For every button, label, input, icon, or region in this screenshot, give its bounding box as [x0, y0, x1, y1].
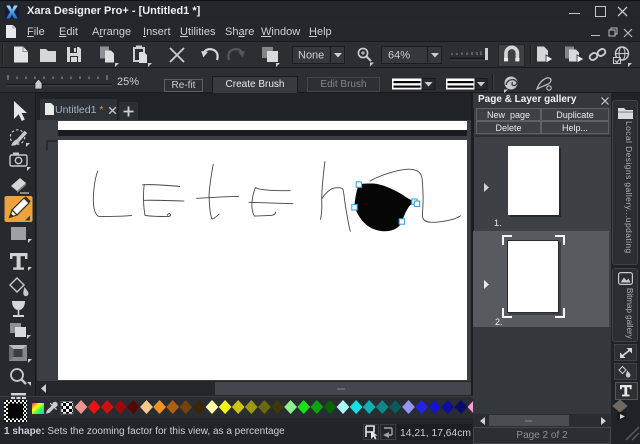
- svg-text:None: None: [298, 50, 324, 62]
- svg-text:64%: 64%: [388, 50, 410, 62]
- svg-text:25%: 25%: [117, 76, 139, 88]
- svg-text:14,21, 17,64cm: 14,21, 17,64cm: [400, 428, 471, 439]
